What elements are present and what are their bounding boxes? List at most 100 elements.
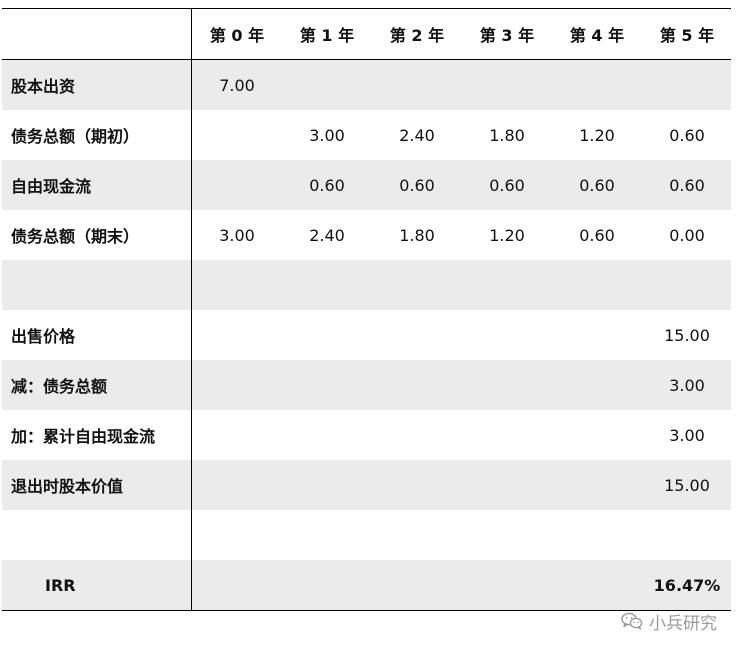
value-cell: [552, 310, 642, 360]
value-cell: 3.00: [309, 125, 345, 145]
year-1-header: 第 1 年: [299, 26, 355, 45]
year-0-header: 第 0 年: [209, 26, 265, 45]
row-label: 债务总额（期末）: [2, 210, 192, 260]
table-row-exit-equity-value: 退出时股本价值 15.00: [2, 460, 731, 510]
value-cell: [192, 360, 282, 410]
watermark: 小兵研究: [621, 608, 717, 634]
table-row-debt-beginning: 债务总额（期初） 3.00 2.40 1.80 1.20 0.60: [2, 110, 731, 160]
value-cell: [462, 60, 552, 110]
value-cell: [372, 310, 462, 360]
value-cell: [192, 560, 282, 610]
value-cell: 1.80: [489, 125, 525, 145]
value-cell: [552, 510, 642, 560]
wechat-icon: [621, 612, 643, 630]
value-cell: 7.00: [219, 75, 255, 95]
table-row-debt-ending: 债务总额（期末） 3.00 2.40 1.80 1.20 0.60 0.00: [2, 210, 731, 260]
table-row-spacer: [2, 260, 731, 310]
table-row-plus-cumulative-fcf: 加：累计自由现金流 3.00: [2, 410, 731, 460]
value-cell: [282, 460, 372, 510]
value-cell: 3.00: [669, 425, 705, 445]
table-row-less-debt: 减：债务总额 3.00: [2, 360, 731, 410]
value-cell: 0.00: [669, 225, 705, 245]
row-label: 退出时股本价值: [2, 460, 192, 510]
value-cell: [282, 410, 372, 460]
value-cell: [282, 510, 372, 560]
value-cell: 1.80: [399, 225, 435, 245]
value-cell: 0.60: [579, 175, 615, 195]
value-cell: [462, 460, 552, 510]
value-cell: [552, 360, 642, 410]
value-cell: [282, 360, 372, 410]
row-label: 自由现金流: [2, 160, 192, 210]
value-cell: 1.20: [579, 125, 615, 145]
row-label: 加：累计自由现金流: [2, 410, 192, 460]
value-cell: [192, 510, 282, 560]
value-cell: 0.60: [669, 125, 705, 145]
value-cell: [372, 60, 462, 110]
value-cell: 3.00: [669, 375, 705, 395]
value-cell: [282, 560, 372, 610]
value-cell: [372, 260, 462, 310]
value-cell: [192, 410, 282, 460]
value-cell: [642, 60, 732, 110]
year-2-header: 第 2 年: [389, 26, 445, 45]
value-cell: [372, 460, 462, 510]
table-row-spacer: [2, 510, 731, 560]
value-cell: 0.60: [399, 175, 435, 195]
value-cell: [192, 260, 282, 310]
value-cell: [552, 410, 642, 460]
value-cell: [552, 260, 642, 310]
header-corner-cell: [2, 9, 192, 59]
value-cell: [462, 560, 552, 610]
watermark-text: 小兵研究: [649, 613, 717, 634]
year-4-header: 第 4 年: [569, 26, 625, 45]
table-row-equity-contribution: 股本出资 7.00: [2, 60, 731, 110]
value-cell: 0.60: [669, 175, 705, 195]
table-row-free-cash-flow: 自由现金流 0.60 0.60 0.60 0.60 0.60: [2, 160, 731, 210]
row-label: 债务总额（期初）: [2, 110, 192, 160]
value-cell: [282, 260, 372, 310]
value-cell: [192, 110, 282, 160]
value-cell: [282, 310, 372, 360]
value-cell: 0.60: [489, 175, 525, 195]
row-label: 减：债务总额: [2, 360, 192, 410]
value-cell: 0.60: [309, 175, 345, 195]
value-cell: 15.00: [664, 475, 710, 495]
table-header-row: 第 0 年 第 1 年 第 2 年 第 3 年 第 4 年 第 5 年: [2, 9, 731, 60]
value-cell: [642, 260, 732, 310]
value-cell: [462, 410, 552, 460]
value-cell: [192, 310, 282, 360]
value-cell: [552, 60, 642, 110]
row-label: 出售价格: [2, 310, 192, 360]
value-cell: [462, 510, 552, 560]
row-label: IRR: [2, 560, 192, 610]
year-5-header: 第 5 年: [659, 26, 715, 45]
table-row-sale-price: 出售价格 15.00: [2, 310, 731, 360]
value-cell: 15.00: [664, 325, 710, 345]
value-cell: [372, 410, 462, 460]
value-cell: [372, 510, 462, 560]
value-cell: 1.20: [489, 225, 525, 245]
value-cell: [642, 510, 732, 560]
value-cell: [192, 160, 282, 210]
value-cell: 0.60: [579, 225, 615, 245]
irr-value: 16.47%: [653, 575, 721, 595]
value-cell: [372, 560, 462, 610]
irr-table: 第 0 年 第 1 年 第 2 年 第 3 年 第 4 年 第 5 年 股本出资…: [2, 8, 731, 611]
value-cell: [552, 460, 642, 510]
row-label: 股本出资: [2, 60, 192, 110]
row-label: [2, 510, 192, 560]
row-label: [2, 260, 192, 310]
value-cell: 3.00: [219, 225, 255, 245]
value-cell: [462, 260, 552, 310]
value-cell: [462, 360, 552, 410]
value-cell: [462, 310, 552, 360]
value-cell: [282, 60, 372, 110]
value-cell: 2.40: [399, 125, 435, 145]
table-row-irr: IRR 16.47%: [2, 560, 731, 610]
value-cell: [192, 460, 282, 510]
value-cell: [372, 360, 462, 410]
year-3-header: 第 3 年: [479, 26, 535, 45]
value-cell: [552, 560, 642, 610]
value-cell: 2.40: [309, 225, 345, 245]
